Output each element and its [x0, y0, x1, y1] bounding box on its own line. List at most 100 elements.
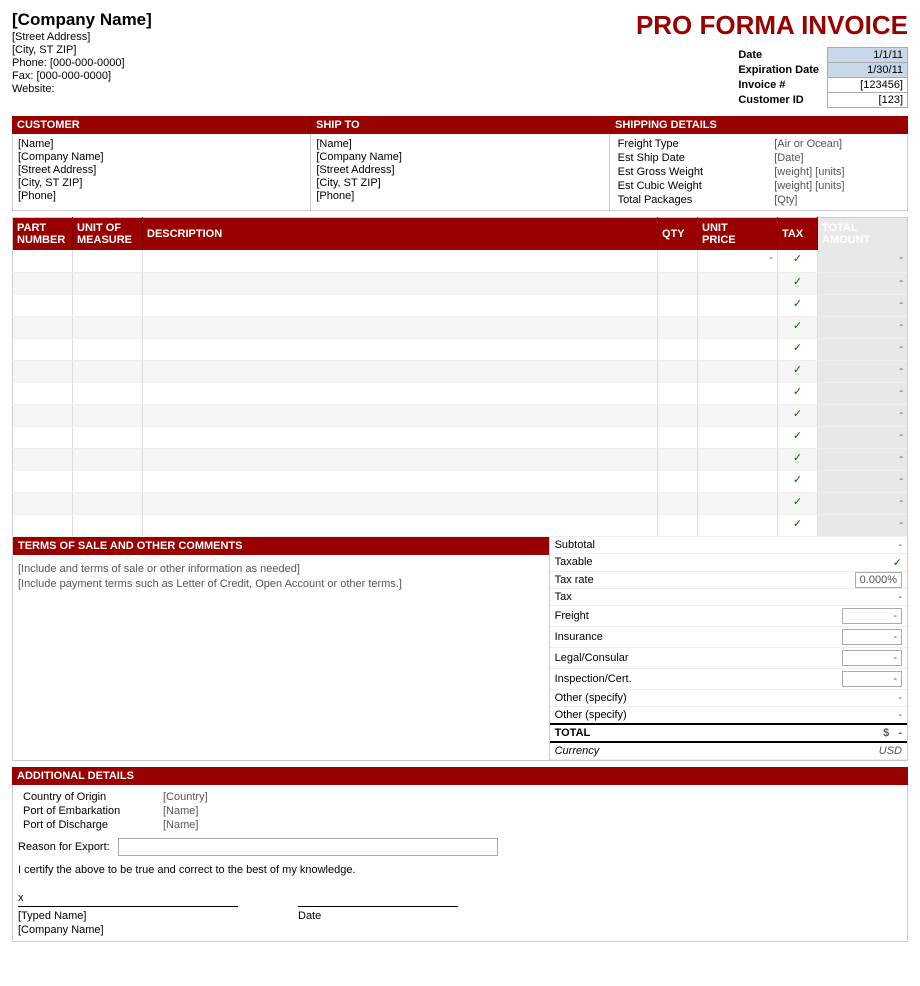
customer-phone: [Phone]	[18, 190, 305, 202]
company-sig-label: [Company Name]	[18, 924, 238, 936]
shipto-phone: [Phone]	[316, 190, 603, 202]
table-cell	[143, 448, 658, 470]
certify-text: I certify the above to be true and corre…	[18, 864, 902, 876]
terms-line2: [Include payment terms such as Letter of…	[18, 578, 544, 590]
customer-id-label: Customer ID	[735, 93, 827, 108]
table-cell	[143, 382, 658, 404]
info-headers: CUSTOMER SHIP TO SHIPPING DETAILS	[12, 116, 908, 134]
ship-date-label: Est Ship Date	[615, 151, 772, 165]
table-cell	[658, 404, 698, 426]
table-cell	[13, 250, 73, 272]
header-right: PRO FORMA INVOICE Date 1/1/11 Expiration…	[608, 10, 908, 108]
other2-label: Other (specify)	[550, 706, 748, 724]
table-cell	[13, 426, 73, 448]
reason-input[interactable]	[118, 838, 498, 856]
date-table: Date 1/1/11 Expiration Date 1/30/11 Invo…	[735, 47, 908, 108]
invoice-header: [Company Name] [Street Address] [City, S…	[12, 10, 908, 108]
col-header-total: TOTAL AMOUNT	[818, 218, 908, 251]
table-cell	[698, 404, 778, 426]
shipto-company: [Company Name]	[316, 151, 603, 163]
other1-label: Other (specify)	[550, 689, 748, 706]
table-cell	[73, 272, 143, 294]
table-cell: -	[818, 404, 908, 426]
table-cell: -	[818, 338, 908, 360]
table-cell	[73, 338, 143, 360]
table-cell	[73, 492, 143, 514]
table-row: ✓-	[13, 272, 908, 294]
date-value: 1/1/11	[828, 48, 908, 63]
table-cell	[698, 382, 778, 404]
table-cell	[143, 250, 658, 272]
table-cell	[73, 316, 143, 338]
shipping-col: Freight Type [Air or Ocean] Est Ship Dat…	[610, 134, 907, 210]
date-line	[298, 906, 458, 907]
table-cell: -	[698, 250, 778, 272]
table-cell	[658, 514, 698, 536]
table-cell	[698, 338, 778, 360]
table-cell	[698, 426, 778, 448]
table-row: ✓-	[13, 426, 908, 448]
insurance-label: Insurance	[550, 626, 748, 647]
table-cell	[143, 294, 658, 316]
shipping-header: SHIPPING DETAILS	[610, 116, 908, 134]
table-cell: ✓	[778, 250, 818, 272]
table-cell	[658, 272, 698, 294]
table-cell	[73, 294, 143, 316]
subtotal-value: -	[748, 537, 907, 554]
table-cell: ✓	[778, 426, 818, 448]
table-cell	[143, 272, 658, 294]
freight-value: -	[748, 605, 907, 626]
invoice-num-label: Invoice #	[735, 78, 827, 93]
table-cell: -	[818, 250, 908, 272]
table-cell: -	[818, 514, 908, 536]
packages-value: [Qty]	[771, 193, 902, 207]
table-cell	[658, 338, 698, 360]
invoice-num-value: [123456]	[828, 78, 908, 93]
cubic-weight-value: [weight] [units]	[771, 179, 902, 193]
reason-row: Reason for Export:	[18, 838, 902, 856]
taxrate-value: 0.000%	[748, 571, 907, 588]
legal-label: Legal/Consular	[550, 647, 748, 668]
expiration-label: Expiration Date	[735, 63, 827, 78]
table-cell: -	[818, 426, 908, 448]
table-cell	[13, 360, 73, 382]
taxable-value: ✓	[748, 553, 907, 571]
table-cell	[73, 470, 143, 492]
origin-label: Country of Origin	[18, 790, 158, 804]
table-cell: -	[818, 316, 908, 338]
table-cell	[698, 470, 778, 492]
items-section: PART NUMBER UNIT OF MEASURE DESCRIPTION …	[12, 217, 908, 537]
ship-date-value: [Date]	[771, 151, 902, 165]
additional-body: Country of Origin [Country] Port of Emba…	[12, 785, 908, 942]
customer-city: [City, ST ZIP]	[18, 177, 305, 189]
shipping-table: Freight Type [Air or Ocean] Est Ship Dat…	[615, 137, 902, 207]
currency-value: USD	[748, 742, 907, 760]
subtotal-label: Subtotal	[550, 537, 748, 554]
table-cell	[143, 338, 658, 360]
table-cell	[13, 448, 73, 470]
typed-name-label: [Typed Name]	[18, 910, 238, 922]
items-table: PART NUMBER UNIT OF MEASURE DESCRIPTION …	[12, 217, 908, 537]
table-cell: ✓	[778, 492, 818, 514]
col-header-qty: QTY	[658, 218, 698, 251]
table-cell: -	[818, 470, 908, 492]
gross-weight-label: Est Gross Weight	[615, 165, 772, 179]
table-cell	[13, 492, 73, 514]
company-phone: Phone: [000-000-0000]	[12, 57, 608, 69]
shipto-street: [Street Address]	[316, 164, 603, 176]
table-cell: ✓	[778, 294, 818, 316]
table-cell	[143, 316, 658, 338]
col-header-price: UNIT PRICE	[698, 218, 778, 251]
shipto-col: [Name] [Company Name] [Street Address] […	[311, 134, 609, 210]
col-header-tax: TAX	[778, 218, 818, 251]
table-cell	[73, 514, 143, 536]
table-cell: ✓	[778, 470, 818, 492]
table-cell	[658, 426, 698, 448]
table-cell: -	[818, 382, 908, 404]
table-cell	[13, 514, 73, 536]
table-cell	[13, 294, 73, 316]
shipto-city: [City, ST ZIP]	[316, 177, 603, 189]
shipto-header: SHIP TO	[311, 116, 610, 134]
x-label: x	[18, 892, 238, 904]
table-cell	[698, 272, 778, 294]
